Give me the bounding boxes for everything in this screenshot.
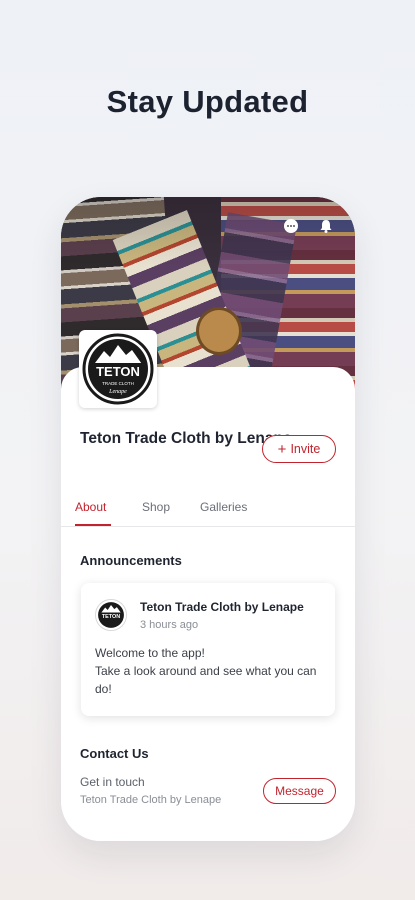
logo-text: TETON — [96, 364, 140, 379]
tab-shop[interactable]: Shop — [142, 500, 170, 514]
announcement-body: Welcome to the app! Take a look around a… — [95, 646, 317, 696]
bell-icon[interactable] — [317, 217, 335, 235]
plus-icon: + — [277, 440, 287, 458]
contact-title: Contact Us — [80, 746, 149, 761]
contact-subtitle: Get in touch — [80, 775, 145, 789]
avatar: TETON — [95, 599, 127, 631]
profile-name: Teton Trade Cloth by Lenape — [80, 430, 292, 447]
chat-bubble-icon[interactable] — [282, 217, 300, 235]
brand-logo: TETON TRADE CLOTH Lenape — [79, 330, 157, 408]
page-headline: Stay Updated — [106, 84, 309, 119]
tab-galleries[interactable]: Galleries — [200, 500, 247, 514]
tab-bar: About Shop Galleries — [61, 493, 355, 527]
message-button[interactable]: Message — [263, 778, 336, 804]
announcement-card[interactable]: TETON Teton Trade Cloth by Lenape 3 hour… — [81, 583, 335, 716]
logo-subtext: TRADE CLOTH — [102, 381, 134, 386]
announcements-title: Announcements — [80, 553, 182, 568]
invite-label: Invite — [290, 442, 321, 456]
announcement-author: Teton Trade Cloth by Lenape — [140, 600, 304, 614]
tab-about[interactable]: About — [75, 500, 106, 514]
active-tab-indicator — [75, 524, 111, 526]
contact-name: Teton Trade Cloth by Lenape — [80, 794, 222, 806]
phone-frame: TETON TRADE CLOTH Lenape Teton Trade Clo… — [61, 197, 355, 841]
announcement-time: 3 hours ago — [140, 619, 199, 631]
invite-button[interactable]: + Invite — [262, 435, 336, 463]
logo-tagline: Lenape — [108, 389, 127, 395]
avatar-logo-text: TETON — [102, 614, 120, 620]
